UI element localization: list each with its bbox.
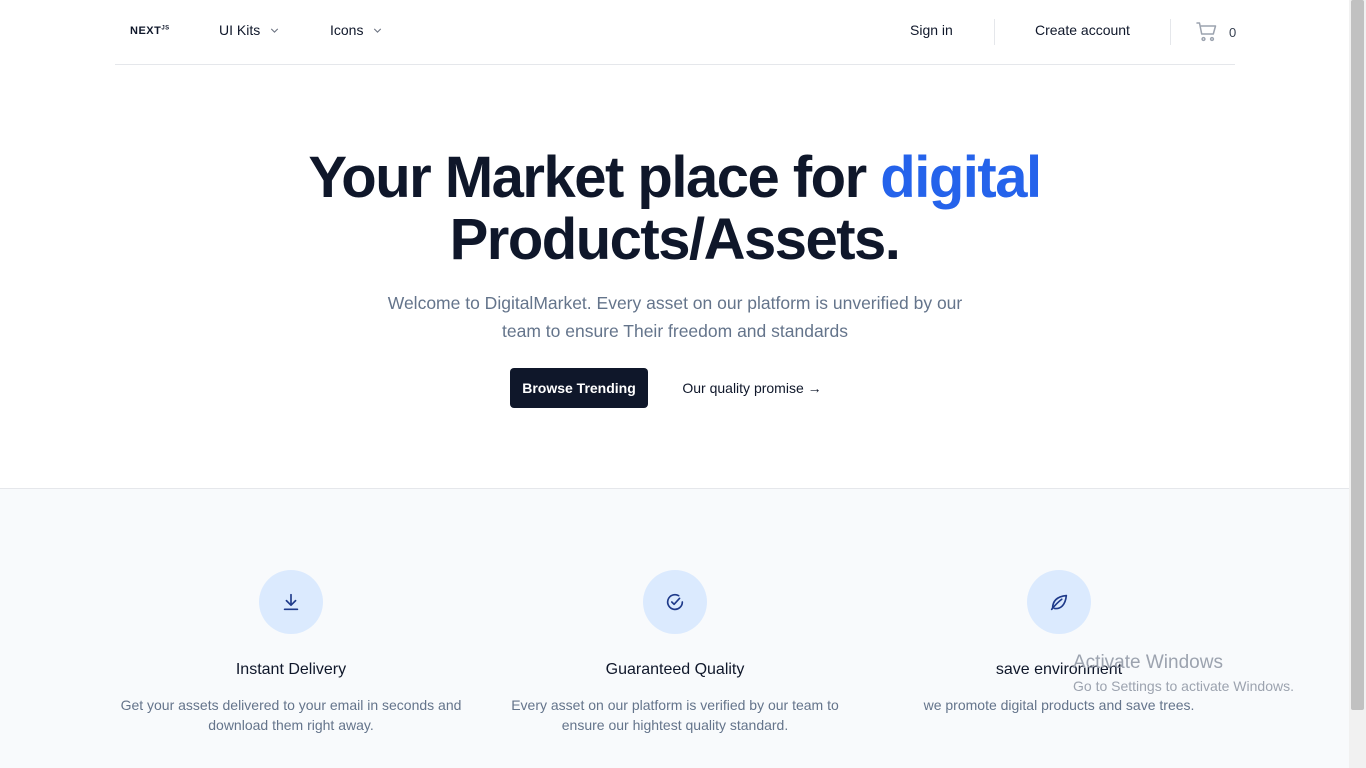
windows-activation-watermark: Activate Windows Go to Settings to activ… — [1073, 652, 1294, 694]
watermark-title: Activate Windows — [1073, 652, 1223, 673]
hero-title-accent: digital — [880, 145, 1042, 210]
feature-description: Every asset on our platform is verified … — [511, 697, 839, 733]
shopping-cart-icon — [1196, 22, 1217, 42]
chevron-down-icon — [271, 27, 279, 33]
logo-suffix: JS — [161, 25, 170, 32]
logo-text: NEXT — [130, 25, 162, 37]
feature-title: Instant Delivery — [235, 661, 347, 678]
vertical-scrollbar[interactable] — [1349, 0, 1366, 768]
feature-title: Guaranteed Quality — [605, 661, 745, 678]
create-account-link[interactable]: Create account — [1035, 22, 1130, 38]
browse-trending-button[interactable]: Browse Trending — [510, 368, 648, 408]
hero-title: Your Market place for digital Products/A… — [0, 147, 1349, 271]
sign-in-link[interactable]: Sign in — [910, 22, 953, 38]
feature-icon-circle — [643, 570, 707, 634]
site-header: NEXTJS UI Kits Icons Sign in Create acco… — [115, 0, 1236, 65]
nav-ui-kits[interactable]: UI Kits — [219, 22, 281, 38]
cart-count: 0 — [1229, 24, 1237, 40]
leaf-icon — [1050, 594, 1068, 611]
feature-icon-circle — [1027, 570, 1091, 634]
feature-icon-circle — [259, 570, 323, 634]
hero-subtitle: Welcome to DigitalMarket. Every asset on… — [387, 293, 963, 341]
feature-description: we promote digital products and save tre… — [923, 697, 1195, 713]
download-icon — [283, 593, 299, 611]
nav-ui-kits-label: UI Kits — [219, 22, 261, 38]
hero-title-main: Your Market place for — [308, 145, 881, 210]
scrollbar-thumb[interactable] — [1351, 0, 1364, 710]
hero-section: Your Market place for digital Products/A… — [0, 65, 1349, 489]
feature-description: Get your assets delivered to your email … — [120, 697, 462, 733]
logo[interactable]: NEXTJS — [130, 25, 170, 37]
chevron-down-icon — [374, 27, 382, 33]
check-circle-icon — [666, 593, 684, 611]
nav-icons-label: Icons — [330, 22, 364, 38]
features-section: Instant Delivery Get your assets deliver… — [0, 488, 1349, 768]
watermark-subtitle: Go to Settings to activate Windows. — [1073, 678, 1294, 694]
quality-promise-link[interactable]: Our quality promise → — [668, 368, 836, 408]
header-divider — [1170, 19, 1171, 45]
hero-title-line2: Products/Assets. — [449, 207, 901, 272]
cart-button[interactable]: 0 — [1195, 20, 1236, 44]
header-divider — [994, 19, 995, 45]
nav-icons[interactable]: Icons — [330, 22, 384, 38]
